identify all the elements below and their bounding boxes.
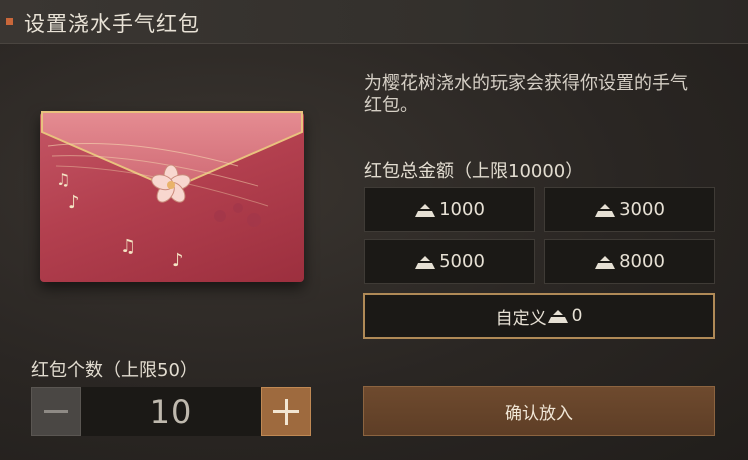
amount-option-button[interactable]: 3000 — [544, 187, 715, 232]
music-note-icon: ♫ — [120, 236, 137, 257]
custom-amount-label: 自定义 — [495, 308, 547, 329]
custom-amount-value: 0 — [571, 306, 583, 326]
plus-icon — [284, 398, 288, 425]
music-note-icon: ♫ — [56, 170, 71, 189]
page-title: 设置浇水手气红包 — [24, 12, 200, 36]
minus-icon — [44, 410, 68, 413]
music-note-icon: ♪ — [68, 192, 80, 213]
header-accent-marker — [6, 18, 13, 25]
count-value-field[interactable]: 10 — [81, 387, 261, 436]
rule-description: 为樱花树浇水的玩家会获得你设置的手气红包。 — [364, 73, 688, 116]
silver-ingot-icon — [595, 203, 616, 217]
count-label: 红包个数（上限50） — [31, 360, 198, 381]
silver-ingot-icon — [415, 255, 436, 269]
amount-option-button[interactable]: 5000 — [364, 239, 535, 284]
custom-amount-button[interactable]: 自定义 0 — [363, 293, 715, 339]
amount-option-value: 5000 — [439, 251, 485, 272]
panel-header: 设置浇水手气红包 — [0, 0, 748, 44]
cherry-blossom-icon — [151, 164, 191, 203]
amount-option-button[interactable]: 1000 — [364, 187, 535, 232]
confirm-button[interactable]: 确认放入 — [363, 386, 715, 436]
amount-option-button[interactable]: 8000 — [544, 239, 715, 284]
amount-option-value: 3000 — [619, 199, 665, 220]
music-note-icon: ♪ — [172, 250, 184, 271]
silver-ingot-icon — [415, 203, 436, 217]
silver-ingot-icon — [547, 310, 568, 323]
amount-option-value: 1000 — [439, 199, 485, 220]
amount-option-value: 8000 — [619, 251, 665, 272]
amount-label: 红包总金额（上限10000） — [364, 161, 584, 182]
silver-ingot-icon — [595, 255, 616, 269]
decrement-button[interactable] — [31, 387, 81, 436]
red-envelope-illustration: ♫ ♪ ♫ ♪ — [38, 106, 306, 282]
flower-pattern-icon — [214, 203, 261, 227]
increment-button[interactable] — [261, 387, 311, 436]
